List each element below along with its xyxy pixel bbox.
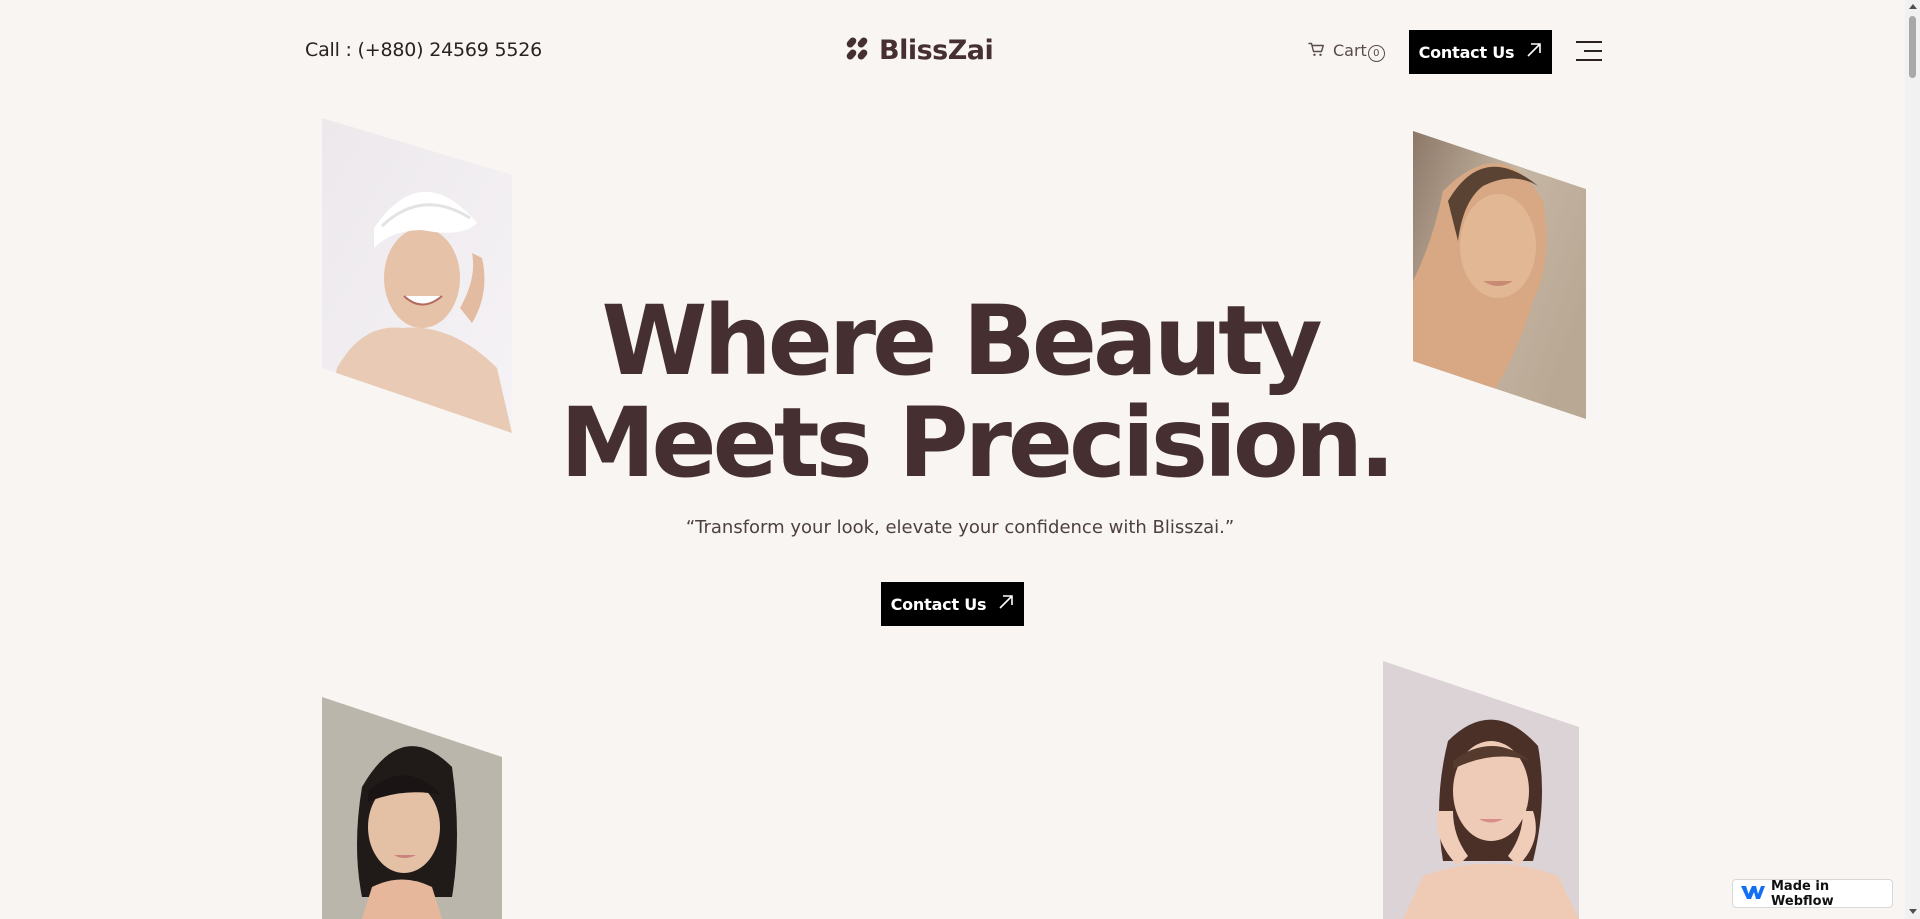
brand-logo[interactable]: BlissZai [845, 35, 994, 66]
cart-link[interactable]: Cart 0 [1308, 41, 1385, 62]
hamburger-menu-icon[interactable] [1576, 39, 1602, 63]
portrait-image-bangs [322, 697, 502, 919]
site-header: Call : (+880) 24569 5526 BlissZai Cart 0… [0, 0, 1920, 104]
portrait-image-hands [1383, 661, 1579, 919]
webflow-logo-icon [1741, 884, 1765, 904]
header-contact-button[interactable]: Contact Us [1409, 30, 1552, 74]
cart-label: Cart 0 [1333, 41, 1385, 62]
blisszai-logo-icon [845, 36, 871, 66]
scrollbar-thumb[interactable] [1909, 16, 1916, 78]
cart-count-badge: 0 [1367, 45, 1385, 62]
portrait-image-towel [322, 118, 512, 433]
made-in-webflow-label: Made in Webflow [1771, 878, 1834, 909]
portrait-image-sunlight [1413, 131, 1586, 419]
hero-tagline: “Transform your look, elevate your confi… [685, 517, 1235, 538]
arrow-up-right-icon [998, 594, 1014, 614]
hero-contact-button[interactable]: Contact Us [881, 582, 1024, 626]
scroll-up-arrow-icon[interactable] [1909, 4, 1917, 9]
hero-contact-label: Contact Us [890, 594, 987, 614]
made-in-webflow-badge[interactable]: Made in Webflow [1732, 878, 1893, 909]
arrow-up-right-icon [1526, 42, 1542, 62]
cart-icon [1308, 42, 1325, 61]
hero-heading: Where Beauty Meets Precision. [560, 285, 1396, 499]
page-scrollbar[interactable] [1905, 0, 1920, 919]
hero-heading-line-1: Where Beauty [601, 285, 1322, 397]
phone-number[interactable]: Call : (+880) 24569 5526 [305, 39, 542, 61]
hero-heading-line-2: Meets Precision. [560, 387, 1396, 499]
header-contact-label: Contact Us [1418, 42, 1515, 62]
brand-name: BlissZai [879, 35, 994, 66]
scroll-down-arrow-icon[interactable] [1909, 909, 1917, 914]
